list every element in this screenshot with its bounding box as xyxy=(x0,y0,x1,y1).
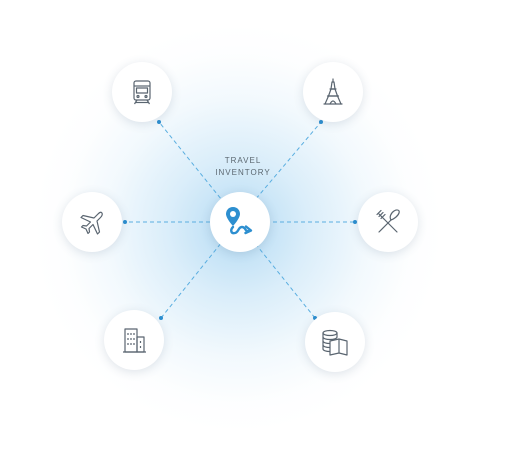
hub-label-line2: INVENTORY xyxy=(215,168,271,177)
restaurant-node[interactable] xyxy=(358,192,418,252)
airplane-node[interactable] xyxy=(62,192,122,252)
connector-dot-eiffel xyxy=(319,120,323,124)
fork-knife-icon xyxy=(376,209,400,233)
hub-label: TRAVEL INVENTORY xyxy=(188,155,298,179)
travel-inventory-diagram: TRAVEL INVENTORY xyxy=(0,0,515,453)
hub-node[interactable] xyxy=(210,192,270,252)
train-node[interactable] xyxy=(112,62,172,122)
connector-dot-building xyxy=(159,316,163,320)
connector-dot-train xyxy=(157,120,161,124)
route-pin-icon xyxy=(226,207,253,235)
eiffel-tower-icon xyxy=(323,78,343,105)
hub-label-line1: TRAVEL xyxy=(224,156,262,165)
coins-book-node[interactable] xyxy=(305,312,365,372)
building-node[interactable] xyxy=(104,310,164,370)
connector-dot-airplane xyxy=(123,220,127,224)
building-icon xyxy=(123,328,146,353)
connector-dot-restaurant xyxy=(353,220,357,224)
airplane-icon xyxy=(80,211,103,235)
eiffel-tower-node[interactable] xyxy=(303,62,363,122)
train-icon xyxy=(133,80,151,105)
coins-book-icon xyxy=(322,329,348,356)
